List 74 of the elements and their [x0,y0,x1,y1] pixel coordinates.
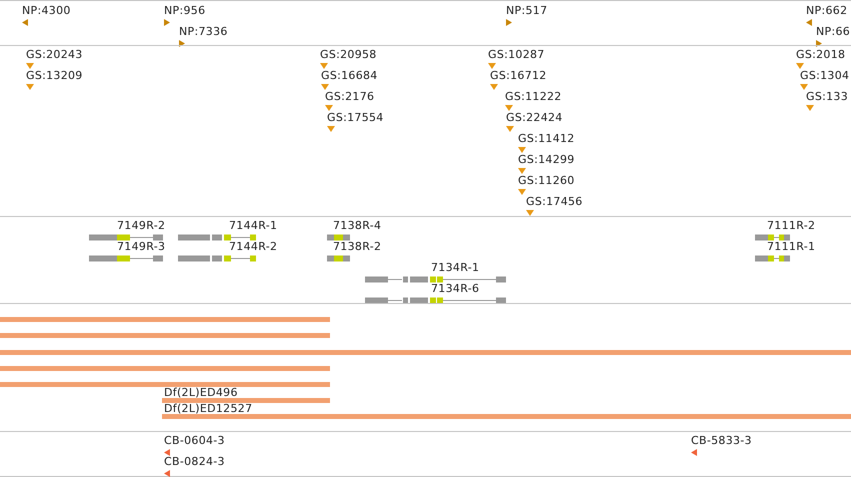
marker-icon[interactable] [490,84,498,90]
marker-icon[interactable] [325,105,333,111]
feature-label: GS:11412 [518,132,575,146]
transcript-label: 7138R-2 [333,240,382,254]
marker-icon[interactable] [816,40,822,47]
gene-model-drawing[interactable] [365,276,506,283]
marker-icon[interactable] [518,147,526,153]
feature-label: GS:11222 [505,90,562,104]
transcript-label: 7144R-1 [229,219,278,233]
feature-label: NP:517 [506,4,548,18]
gene-model-drawing[interactable] [89,255,163,262]
gene-model-drawing[interactable] [755,234,790,241]
transcript-label: 7134R-1 [431,261,480,275]
marker-icon[interactable] [179,40,185,47]
gene-model-drawing[interactable] [755,255,790,262]
marker-icon[interactable] [806,105,814,111]
gene-model-drawing[interactable] [365,297,506,304]
feature-label: GS:20243 [26,48,83,62]
marker-icon[interactable] [26,63,34,69]
feature-label: GS:22424 [506,111,563,125]
feature-label: GS:2018 [796,48,846,62]
marker-icon[interactable] [488,63,496,69]
feature-label: GS:16684 [321,69,378,83]
marker-icon[interactable] [526,210,534,216]
feature-label: GS:17554 [327,111,384,125]
feature-label: NP:7336 [179,25,228,39]
marker-icon[interactable] [320,63,328,69]
feature-label: NP:66 [816,25,850,39]
feature-label: NP:662 [806,4,848,18]
transcript-label: 7144R-2 [229,240,278,254]
gene-model-drawing[interactable] [327,234,350,241]
marker-icon[interactable] [518,189,526,195]
feature-label: GS:10287 [488,48,545,62]
transcript-label: 7111R-2 [767,219,816,233]
marker-icon[interactable] [164,449,170,456]
feature-label: CB-0604-3 [164,434,225,448]
marker-icon[interactable] [321,84,329,90]
feature-label: GS:14299 [518,153,575,167]
feature-label: GS:17456 [526,195,583,209]
marker-icon[interactable] [800,84,808,90]
marker-icon[interactable] [506,19,512,26]
feature-label: CB-0824-3 [164,455,225,469]
feature-label: CB-5833-3 [691,434,752,448]
transcript-label: 7149R-2 [117,219,166,233]
transcript-label: 7111R-1 [767,240,816,254]
feature-label: GS:2176 [325,90,374,104]
feature-label: NP:956 [164,4,206,18]
feature-label: GS:16712 [490,69,547,83]
marker-icon[interactable] [796,63,804,69]
transcript-label: 7149R-3 [117,240,166,254]
gene-model-drawing[interactable] [89,234,163,241]
feature-label: GS:13209 [26,69,83,83]
marker-icon[interactable] [164,19,170,26]
marker-icon[interactable] [22,19,28,26]
feature-label: GS:20958 [320,48,377,62]
transcript-label: 7134R-6 [431,282,480,296]
marker-icon[interactable] [505,105,513,111]
deletion-label: Df(2L)ED496 [164,387,238,398]
marker-icon[interactable] [26,84,34,90]
gene-model-drawing[interactable] [178,234,256,241]
gene-model-drawing[interactable] [178,255,256,262]
marker-icon[interactable] [806,19,812,26]
deletion-label: Df(2L)ED12527 [164,403,252,414]
gene-model-drawing[interactable] [327,255,350,262]
marker-icon[interactable] [518,168,526,174]
marker-icon[interactable] [327,126,335,132]
marker-icon[interactable] [691,449,697,456]
marker-icon[interactable] [164,470,170,477]
feature-label: GS:11260 [518,174,575,188]
marker-icon[interactable] [506,126,514,132]
feature-label: GS:1304 [800,69,850,83]
feature-label: GS:133 [806,90,848,104]
transcript-label: 7138R-4 [333,219,382,233]
feature-label: NP:4300 [22,4,71,18]
